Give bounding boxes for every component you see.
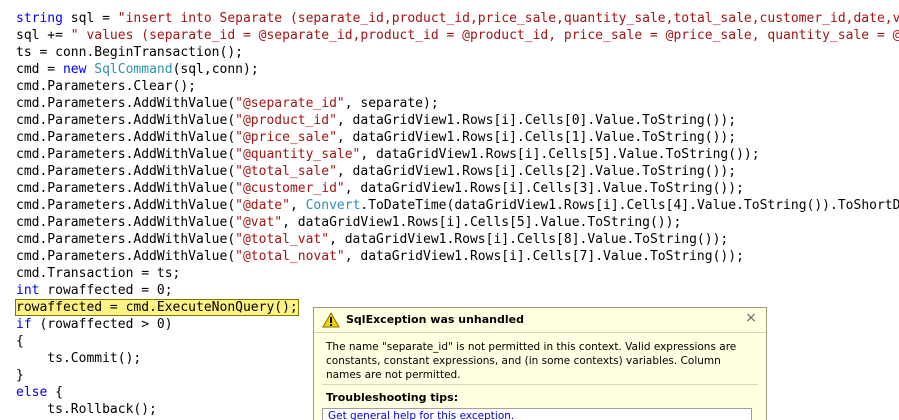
code-line[interactable]: int rowaffected = 0; — [16, 282, 899, 299]
code-token: "@total_novat" — [235, 249, 345, 264]
exception-divider — [322, 384, 758, 385]
code-token: if — [16, 317, 32, 332]
code-line[interactable]: ts = conn.BeginTransaction(); — [16, 44, 899, 61]
code-token: "@price_sale" — [235, 130, 337, 145]
code-token: "insert into Separate (separate_id,produ… — [117, 11, 899, 26]
code-token: } — [16, 368, 24, 383]
code-token: "@separate_id" — [235, 96, 345, 111]
code-token: "@date" — [235, 198, 290, 213]
code-line[interactable]: cmd.Parameters.AddWithValue("@customer_i… — [16, 180, 899, 197]
code-token: { — [47, 385, 63, 400]
code-token: , dataGridView1.Rows[i].Cells[5].Value.T… — [360, 147, 760, 162]
code-token: rowaffected = 0; — [39, 283, 173, 298]
code-token: else — [16, 385, 48, 400]
code-line[interactable]: cmd.Parameters.AddWithValue("@total_sale… — [16, 163, 899, 180]
close-icon[interactable]: × — [744, 311, 758, 325]
troubleshooting-tips-heading: Troubleshooting tips: — [326, 391, 459, 404]
code-token: cmd.Parameters.AddWithValue( — [16, 198, 236, 213]
code-token: ts.Rollback(); — [16, 402, 157, 417]
code-line[interactable]: sql += " values (separate_id = @separate… — [16, 27, 899, 44]
code-token: "@vat" — [235, 215, 283, 230]
code-token: cmd.Parameters.AddWithValue( — [16, 249, 236, 264]
code-line[interactable]: cmd.Parameters.AddWithValue("@product_id… — [16, 112, 899, 129]
code-token: cmd.Parameters.AddWithValue( — [16, 130, 236, 145]
code-line[interactable]: cmd.Parameters.AddWithValue("@total_nova… — [16, 248, 899, 265]
code-token: , dataGridView1.Rows[i].Cells[8].Value.T… — [329, 232, 729, 247]
code-line[interactable]: cmd.Transaction = ts; — [16, 265, 899, 282]
code-token: , dataGridView1.Rows[i].Cells[1].Value.T… — [336, 130, 737, 145]
code-token: , — [289, 198, 306, 213]
code-token: sql += — [16, 28, 71, 43]
code-editor[interactable]: string sql = "insert into Separate (sepa… — [0, 0, 899, 420]
code-token: " values (separate_id = @separate_id,pro… — [70, 28, 899, 43]
code-token: int — [16, 283, 40, 298]
code-line[interactable]: cmd.Parameters.AddWithValue("@separate_i… — [16, 95, 899, 112]
code-token: cmd.Parameters.AddWithValue( — [16, 113, 236, 128]
code-line[interactable]: cmd.Parameters.AddWithValue("@quantity_s… — [16, 146, 899, 163]
code-token: string — [16, 11, 63, 26]
code-line[interactable]: cmd.Parameters.AddWithValue("@price_sale… — [16, 129, 899, 146]
code-line[interactable]: cmd.Parameters.Clear(); — [16, 78, 899, 95]
code-token: , dataGridView1.Rows[i].Cells[5].Value.T… — [282, 215, 682, 230]
code-token: , dataGridView1.Rows[i].Cells[3].Value.T… — [344, 181, 744, 196]
code-token: cmd = — [16, 62, 63, 77]
code-token: cmd.Parameters.AddWithValue( — [16, 147, 236, 162]
exception-header: SqlException was unhandled × — [314, 308, 766, 333]
code-line[interactable]: string sql = "insert into Separate (sepa… — [16, 10, 899, 27]
code-line[interactable]: cmd.Parameters.AddWithValue("@vat", data… — [16, 214, 899, 231]
code-token: , dataGridView1.Rows[i].Cells[2].Value.T… — [336, 164, 737, 179]
code-token: "@total_sale" — [235, 164, 337, 179]
code-token: , separate); — [344, 96, 439, 111]
code-token: { — [16, 334, 24, 349]
code-token: "@product_id" — [235, 113, 337, 128]
code-token: , dataGridView1.Rows[i].Cells[0].Value.T… — [336, 113, 737, 128]
code-line[interactable]: cmd.Parameters.AddWithValue("@total_vat"… — [16, 231, 899, 248]
exception-assistant-popup: SqlException was unhandled × The name "s… — [313, 307, 767, 420]
code-token: cmd.Parameters.AddWithValue( — [16, 181, 236, 196]
code-token: new — [62, 62, 87, 77]
current-statement-highlight: rowaffected = cmd.ExecuteNonQuery(); — [15, 299, 299, 316]
code-token: cmd.Parameters.AddWithValue( — [16, 164, 236, 179]
code-token: (rowaffected > 0) — [31, 317, 173, 332]
code-token: .ToDateTime(dataGridView1.Rows[i].Cells[… — [360, 198, 899, 213]
code-token: "@customer_id" — [235, 181, 345, 196]
code-token: Convert — [305, 198, 361, 213]
code-token: cmd.Parameters.AddWithValue( — [16, 215, 236, 230]
code-token: , dataGridView1.Rows[i].Cells[7].Value.T… — [344, 249, 744, 264]
code-token: cmd.Parameters.AddWithValue( — [16, 232, 236, 247]
code-token: "@total_vat" — [235, 232, 330, 247]
exception-title: SqlException was unhandled — [346, 313, 524, 326]
code-token: ts.Commit(); — [16, 351, 142, 366]
code-line[interactable]: cmd.Parameters.AddWithValue("@date", Con… — [16, 197, 899, 214]
code-token: (sql,conn); — [172, 62, 259, 77]
code-token: cmd.Parameters.AddWithValue( — [16, 96, 236, 111]
help-link[interactable]: Get general help for this exception. — [328, 410, 514, 420]
code-token: SqlCommand — [94, 62, 173, 77]
code-token: sql = — [62, 11, 118, 26]
warning-icon — [322, 311, 340, 328]
troubleshooting-tips-list: Get general help for this exception. — [322, 408, 752, 420]
code-token: ts = conn.BeginTransaction(); — [16, 45, 243, 60]
code-line[interactable]: cmd = new SqlCommand(sql,conn); — [16, 61, 899, 78]
code-token: cmd.Transaction = ts; — [16, 266, 181, 281]
exception-message: The name "separate_id" is not permitted … — [326, 341, 737, 381]
code-token: cmd.Parameters.Clear(); — [16, 79, 197, 94]
code-token: "@quantity_sale" — [235, 147, 361, 162]
editor-gutter — [0, 0, 8, 420]
